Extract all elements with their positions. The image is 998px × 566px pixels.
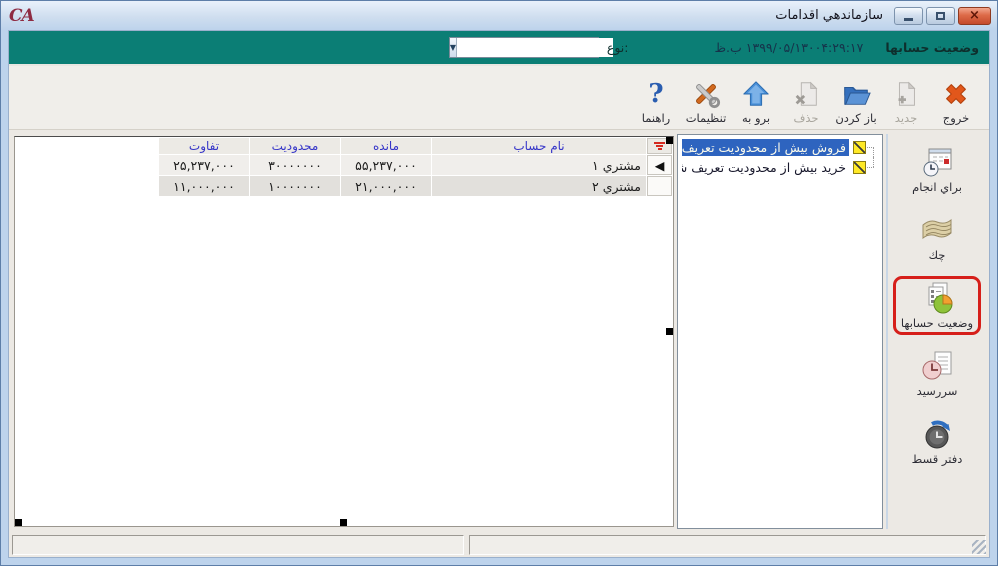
sidebar-item-cheque[interactable]: چك — [911, 208, 963, 267]
go-to-button[interactable]: برو به — [731, 69, 781, 125]
column-header-balance[interactable]: مانده — [341, 138, 431, 154]
window-frame: وضعيت حسابها ۱۳۹۹/۰۵/۱۳۰۰۴:۲۹:۱۷ ب.ظ نوع… — [8, 30, 990, 558]
resize-grip[interactable] — [972, 540, 986, 554]
current-row-indicator: ◀ — [647, 155, 672, 175]
help-button[interactable]: ? راهنما — [631, 69, 681, 125]
cell-balance[interactable]: ۵۵,۲۳۷,۰۰۰ — [341, 155, 431, 175]
header-bar: وضعيت حسابها ۱۳۹۹/۰۵/۱۳۰۰۴:۲۹:۱۷ ب.ظ نوع… — [9, 31, 989, 66]
minimize-icon — [904, 18, 913, 21]
new-document-icon — [891, 79, 921, 109]
toolbar-label: خروج — [943, 111, 969, 125]
selection-handle[interactable] — [666, 137, 673, 144]
column-header-limit[interactable]: محدوديت — [250, 138, 340, 154]
selection-handle[interactable] — [340, 519, 347, 526]
help-icon: ? — [648, 79, 663, 109]
note-icon — [853, 161, 866, 174]
selection-handle[interactable] — [15, 519, 22, 526]
settings-icon — [691, 79, 721, 109]
accounts-status-icon — [919, 281, 955, 315]
open-button[interactable]: باز كردن — [831, 69, 881, 125]
sidebar-item-label: سررسيد — [917, 384, 958, 398]
sidebar-item-todo[interactable]: براي انجام — [904, 140, 970, 199]
exit-icon — [941, 79, 971, 109]
cell-account-name[interactable]: مشتري ۲ — [432, 176, 646, 196]
minimize-button[interactable] — [894, 7, 923, 25]
window-title: سازماندهي اقدامات — [775, 8, 883, 23]
note-icon — [853, 141, 866, 154]
exit-button[interactable]: خروج — [931, 69, 981, 125]
sidebar-item-label: وضعيت حسابها — [901, 316, 973, 330]
toolbar-label: باز كردن — [835, 111, 876, 125]
todo-calendar-icon — [919, 145, 955, 179]
sidebar: براي انجام چك — [886, 134, 986, 529]
status-panel-right — [469, 535, 986, 555]
cell-balance[interactable]: ۲۱,۰۰۰,۰۰۰ — [341, 176, 431, 196]
tree-item-purchase-over-limit[interactable]: خريد بيش از محدوديت تعريف شده — [682, 157, 878, 177]
toolbar: خروج جديد باز كردن — [9, 66, 989, 130]
cheque-icon — [919, 213, 955, 247]
table-row[interactable]: مشتري ۲ ۲۱,۰۰۰,۰۰۰ ۱۰۰۰۰۰۰۰ ۱۱,۰۰۰,۰۰۰ — [159, 176, 672, 196]
due-date-icon — [919, 349, 955, 383]
status-panel-left — [12, 535, 464, 555]
cell-difference[interactable]: ۲۵,۲۳۷,۰۰۰ — [159, 155, 249, 175]
toolbar-label: راهنما — [642, 111, 670, 125]
title-bar: CA سازماندهي اقدامات × — [1, 1, 997, 30]
type-label: نوع: — [607, 40, 629, 55]
delete-button[interactable]: حذف — [781, 69, 831, 125]
table-header-row: نام حساب مانده محدوديت تفاوت — [159, 138, 672, 154]
row-indicator — [647, 176, 672, 196]
new-button[interactable]: جديد — [881, 69, 931, 125]
table-row[interactable]: ◀ مشتري ۱ ۵۵,۲۳۷,۰۰۰ ۳۰۰۰۰۰۰۰ ۲۵,۲۳۷,۰۰۰ — [159, 155, 672, 175]
app-window: CA سازماندهي اقدامات × وضعيت حسابها ۱۳۹۹… — [0, 0, 998, 566]
content-area: براي انجام چك — [9, 130, 989, 533]
maximize-button[interactable] — [926, 7, 955, 25]
view-title: وضعيت حسابها — [885, 40, 979, 55]
accounts-table: نام حساب مانده محدوديت تفاوت ◀ مشتري ۱ ۵… — [158, 137, 673, 197]
selection-handle[interactable] — [666, 328, 673, 335]
cell-difference[interactable]: ۱۱,۰۰۰,۰۰۰ — [159, 176, 249, 196]
tree-item-label: خريد بيش از محدوديت تعريف شده — [682, 159, 849, 176]
toolbar-label: جديد — [895, 111, 917, 125]
sidebar-item-due-date[interactable]: سررسيد — [909, 344, 966, 403]
type-combobox[interactable]: ▼ — [449, 37, 599, 58]
status-bar — [9, 533, 989, 557]
sidebar-item-label: دفتر قسط — [912, 452, 963, 466]
app-logo: CA — [9, 6, 34, 26]
delete-icon — [791, 79, 821, 109]
sidebar-item-label: براي انجام — [912, 180, 962, 194]
cell-account-name[interactable]: مشتري ۱ — [432, 155, 646, 175]
column-header-difference[interactable]: تفاوت — [159, 138, 249, 154]
report-panel: نام حساب مانده محدوديت تفاوت ◀ مشتري ۱ ۵… — [14, 136, 674, 527]
toolbar-label: برو به — [742, 111, 770, 125]
sidebar-item-installment-book[interactable]: دفتر قسط — [904, 412, 971, 471]
toolbar-label: حذف — [793, 111, 818, 125]
sidebar-item-accounts-status[interactable]: وضعيت حسابها — [893, 276, 981, 335]
toolbar-label: تنظيمات — [686, 111, 727, 125]
type-input[interactable] — [457, 38, 613, 57]
close-icon: × — [969, 9, 980, 22]
go-to-icon — [741, 79, 771, 109]
datetime-label: ۱۳۹۹/۰۵/۱۳۰۰۴:۲۹:۱۷ ب.ظ — [715, 40, 864, 55]
report-area: نام حساب مانده محدوديت تفاوت ◀ مشتري ۱ ۵… — [12, 134, 674, 529]
tree-item-sales-over-limit[interactable]: فروش بيش از محدوديت تعريف شده — [682, 137, 878, 157]
chevron-down-icon[interactable]: ▼ — [450, 38, 457, 57]
sidebar-item-label: چك — [929, 248, 946, 262]
installment-book-icon — [919, 417, 955, 451]
cell-limit[interactable]: ۳۰۰۰۰۰۰۰ — [250, 155, 340, 175]
column-header-account-name[interactable]: نام حساب — [432, 138, 646, 154]
tree-item-label: فروش بيش از محدوديت تعريف شده — [682, 139, 849, 156]
settings-button[interactable]: تنظيمات — [681, 69, 731, 125]
cell-limit[interactable]: ۱۰۰۰۰۰۰۰ — [250, 176, 340, 196]
alerts-tree-panel: فروش بيش از محدوديت تعريف شده خريد بيش ا… — [677, 134, 883, 529]
close-button[interactable]: × — [958, 7, 991, 25]
open-folder-icon — [841, 79, 871, 109]
maximize-icon — [936, 12, 945, 20]
